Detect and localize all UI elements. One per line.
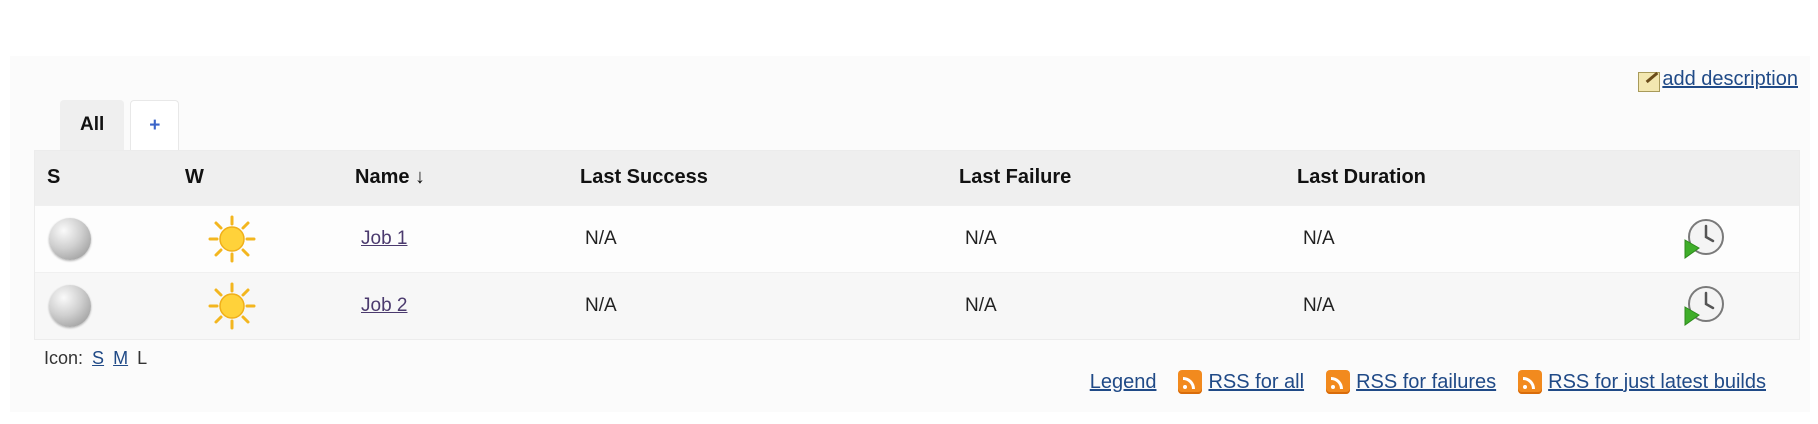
schedule-build-icon[interactable] — [1681, 283, 1727, 329]
last-success-value: N/A — [585, 295, 617, 316]
column-last-duration[interactable]: Last Duration — [1297, 166, 1426, 189]
icon-size-small-link[interactable]: S — [92, 348, 104, 368]
sunny-weather-icon — [208, 282, 256, 330]
icon-size-large-current: L — [137, 348, 148, 368]
column-weather[interactable]: W — [185, 166, 204, 189]
table-header: S W Name ↓ Last Success Last Failure Las… — [35, 151, 1799, 205]
rss-all-link[interactable]: RSS for all — [1178, 370, 1304, 394]
rss-all-label: RSS for all — [1208, 370, 1305, 393]
column-name[interactable]: Name ↓ — [355, 166, 425, 189]
rss-failures-label: RSS for failures — [1356, 370, 1497, 393]
footer-links: Legend RSS for all RSS for failures RSS … — [1090, 370, 1766, 394]
rss-failures-link[interactable]: RSS for failures — [1326, 370, 1496, 394]
last-duration-value: N/A — [1303, 295, 1335, 316]
rss-icon — [1518, 370, 1543, 394]
grey-ball-icon — [49, 285, 91, 327]
jobs-table: S W Name ↓ Last Success Last Failure Las… — [34, 150, 1800, 340]
add-description-label: add description — [1662, 68, 1798, 90]
last-failure-value: N/A — [965, 295, 997, 316]
job-link[interactable]: Job 2 — [361, 295, 407, 317]
rss-latest-label: RSS for just latest builds — [1548, 370, 1766, 393]
last-success-value: N/A — [585, 228, 617, 249]
table-row: Job 1 N/A N/A N/A — [35, 205, 1799, 272]
last-failure-value: N/A — [965, 228, 997, 249]
icon-size-label: Icon: — [44, 348, 84, 368]
sort-down-icon: ↓ — [415, 166, 426, 188]
tab-all[interactable]: All — [60, 100, 125, 150]
job-link[interactable]: Job 1 — [361, 228, 407, 250]
column-name-label: Name — [355, 166, 410, 188]
legend-link[interactable]: Legend — [1090, 371, 1157, 394]
last-duration-value: N/A — [1303, 228, 1335, 249]
add-view-tab[interactable]: + — [130, 100, 180, 151]
view-tabs: All + — [60, 100, 180, 151]
icon-size-selector: Icon: S M L — [44, 348, 147, 369]
icon-size-medium-link[interactable]: M — [113, 348, 128, 368]
rss-latest-builds-link[interactable]: RSS for just latest builds — [1518, 370, 1766, 394]
edit-note-icon — [1638, 71, 1661, 92]
add-description-link[interactable]: add description — [1638, 68, 1798, 92]
table-row: Job 2 N/A N/A N/A — [35, 272, 1799, 339]
sunny-weather-icon — [208, 215, 256, 263]
rss-icon — [1178, 370, 1203, 394]
rss-icon — [1326, 370, 1351, 394]
grey-ball-icon — [49, 218, 91, 260]
column-status[interactable]: S — [47, 166, 60, 189]
schedule-build-icon[interactable] — [1681, 216, 1727, 262]
column-last-success[interactable]: Last Success — [580, 166, 708, 189]
column-last-failure[interactable]: Last Failure — [959, 166, 1071, 189]
legend-label: Legend — [1089, 370, 1157, 393]
